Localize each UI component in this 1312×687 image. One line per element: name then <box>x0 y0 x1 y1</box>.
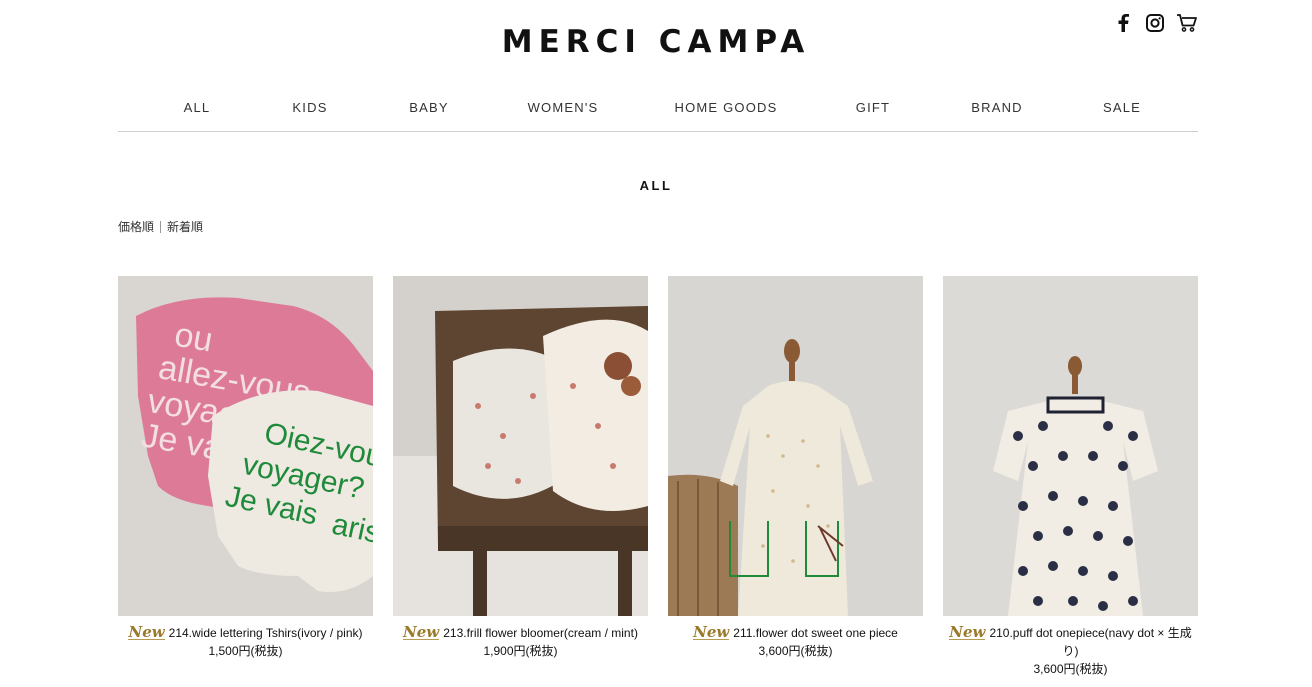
product-card[interactable]: New 210.puff dot onepiece(navy dot × 生成り)… <box>943 276 1198 678</box>
nav-item-gift[interactable]: GIFT <box>856 100 890 115</box>
nav-item-womens[interactable]: WOMEN'S <box>528 100 599 115</box>
new-badge: New <box>403 623 440 641</box>
sort-options: 価格順 新着順 <box>118 218 203 235</box>
nav-item-sale[interactable]: SALE <box>1103 100 1141 115</box>
sort-by-price-link[interactable]: 価格順 <box>118 218 154 235</box>
product-caption: New 213.frill flower bloomer(cream / mint… <box>393 624 648 660</box>
product-image[interactable] <box>393 276 648 616</box>
product-image[interactable] <box>943 276 1198 616</box>
sort-divider <box>160 220 162 233</box>
product-caption: New 210.puff dot onepiece(navy dot × 生成り)… <box>943 624 1198 678</box>
nav-item-home-goods[interactable]: HOME GOODS <box>674 100 777 115</box>
product-price: 3,600円(税抜) <box>758 644 833 658</box>
product-name[interactable]: 210.puff dot onepiece(navy dot × 生成り) <box>989 626 1191 658</box>
product-card[interactable]: ou allez-vous voyager? Je vais Oiez-vou … <box>118 276 373 660</box>
facebook-icon[interactable] <box>1112 12 1134 34</box>
nav-item-all[interactable]: ALL <box>184 100 211 115</box>
product-caption: New 214.wide lettering Tshirs(ivory / pin… <box>118 624 373 660</box>
instagram-icon[interactable] <box>1144 12 1166 34</box>
nav-item-baby[interactable]: BABY <box>409 100 448 115</box>
product-price: 3,600円(税抜) <box>1033 662 1108 676</box>
nav-item-brand[interactable]: BRAND <box>971 100 1023 115</box>
product-name[interactable]: 211.flower dot sweet one piece <box>733 626 898 640</box>
product-image[interactable]: ou allez-vous voyager? Je vais Oiez-vou … <box>118 276 373 616</box>
sort-by-newest-link[interactable]: 新着順 <box>167 218 203 235</box>
product-price: 1,900円(税抜) <box>483 644 558 658</box>
product-card[interactable]: New 213.frill flower bloomer(cream / mint… <box>393 276 648 660</box>
new-badge: New <box>693 623 730 641</box>
product-price: 1,500円(税抜) <box>208 644 283 658</box>
new-badge: New <box>949 623 986 641</box>
product-image[interactable] <box>668 276 923 616</box>
product-card[interactable]: New 211.flower dot sweet one piece 3,600円… <box>668 276 923 660</box>
nav-item-kids[interactable]: KIDS <box>292 100 327 115</box>
header-icons <box>1112 12 1198 34</box>
main-nav: ALL KIDS BABY WOMEN'S HOME GOODS GIFT BR… <box>118 100 1198 132</box>
new-badge: New <box>128 623 165 641</box>
product-name[interactable]: 214.wide lettering Tshirs(ivory / pink) <box>169 626 363 640</box>
cart-icon[interactable] <box>1176 12 1198 34</box>
page-title: ALL <box>639 178 673 193</box>
product-name[interactable]: 213.frill flower bloomer(cream / mint) <box>443 626 638 640</box>
product-caption: New 211.flower dot sweet one piece 3,600円… <box>668 624 923 660</box>
